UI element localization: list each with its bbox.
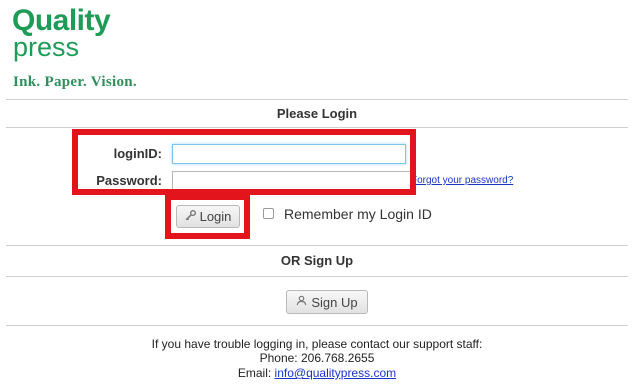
divider [6, 325, 628, 326]
support-phone: Phone: 206.768.2655 [259, 351, 375, 365]
user-icon [296, 295, 307, 309]
support-message: If you have trouble logging in, please c… [151, 337, 483, 351]
remember-login-id-label: Remember my Login ID [284, 206, 432, 222]
signup-section-title: OR Sign Up [280, 253, 354, 268]
support-email-label: Email: [237, 366, 272, 380]
sign-up-button[interactable]: Sign Up [286, 290, 368, 314]
login-section-title: Please Login [276, 106, 358, 121]
divider [6, 276, 628, 277]
logo-wordmark-press: press [13, 32, 80, 62]
divider [6, 99, 628, 100]
quality-press-logo: Quality press Ink. Paper. Vision. [12, 6, 212, 91]
remember-login-id-checkbox[interactable] [263, 208, 274, 219]
forgot-password-link[interactable]: Forgot your password? [411, 175, 513, 187]
credentials-highlight-box [72, 129, 416, 195]
support-email-link[interactable]: info@qualitypress.com [275, 366, 397, 380]
divider [6, 127, 628, 128]
logo-tagline: Ink. Paper. Vision. [13, 74, 137, 90]
login-button-highlight-box [165, 194, 250, 239]
sign-up-button-label: Sign Up [311, 294, 358, 310]
support-email-line: Email: info@qualitypress.com [6, 366, 628, 380]
divider [6, 245, 628, 246]
